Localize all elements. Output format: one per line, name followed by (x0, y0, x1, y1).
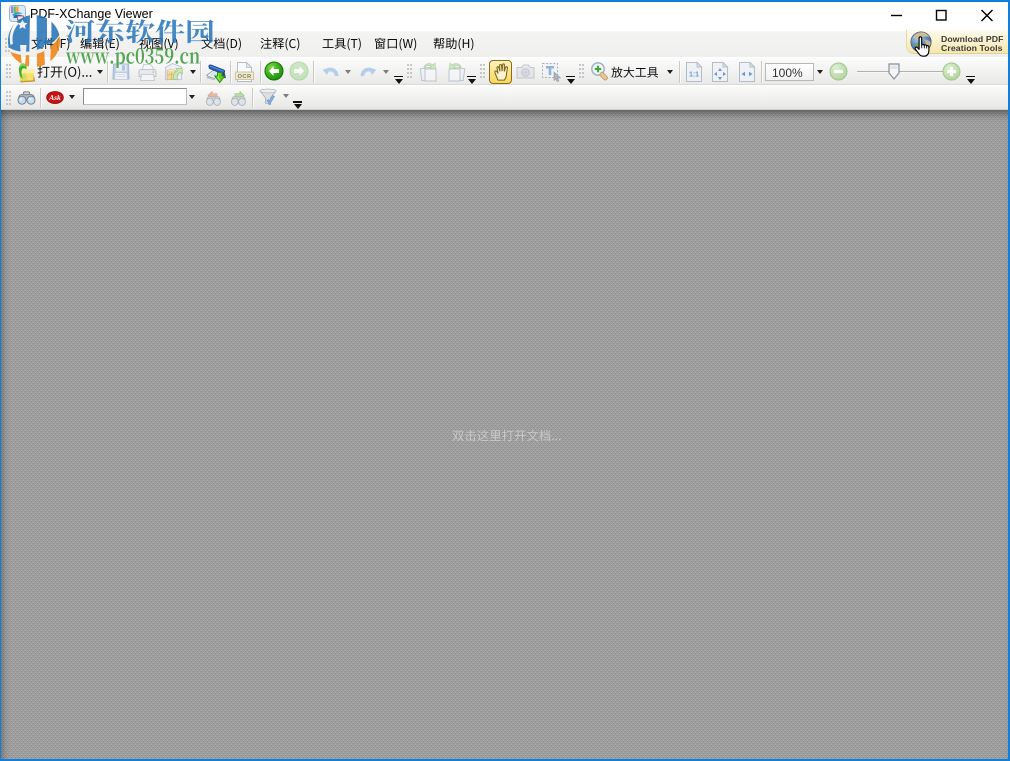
svg-text:Ask: Ask (48, 93, 61, 102)
svg-text:OCR: OCR (237, 74, 251, 80)
svg-text:1:1: 1:1 (689, 72, 699, 79)
